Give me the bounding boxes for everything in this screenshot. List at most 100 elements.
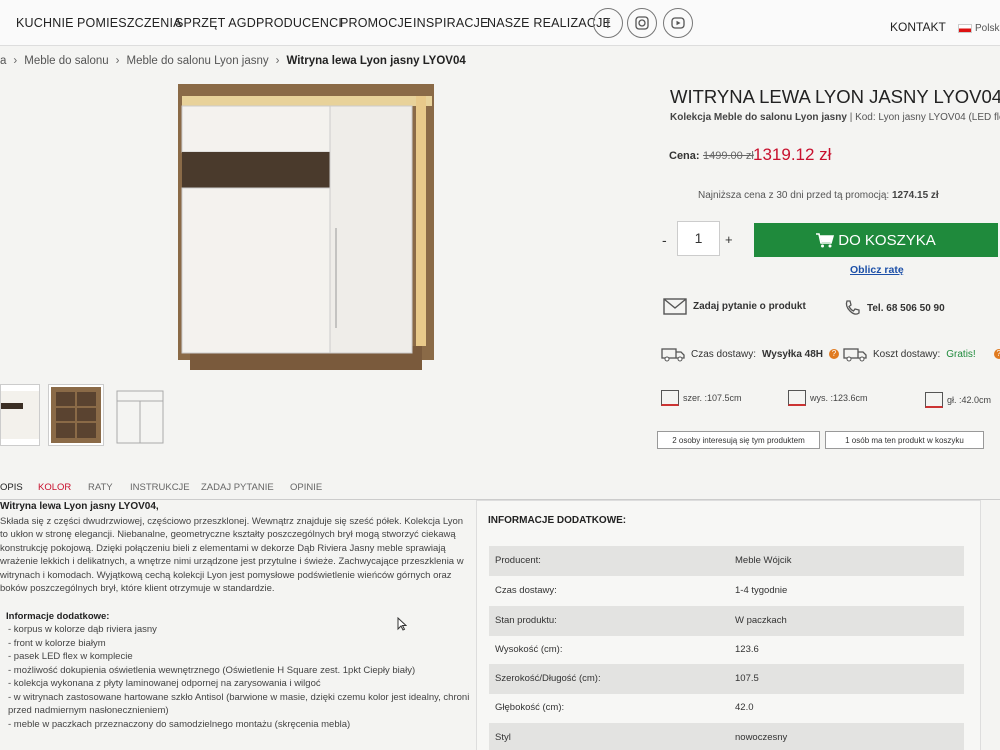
language-selector[interactable]: Polski <box>958 23 1000 34</box>
lowest-price-label: Najniższa cena z 30 dni przed tą promocj… <box>698 190 890 201</box>
dimension-width-value: szer. :107.5cm <box>683 393 742 403</box>
table-value: nowoczesny <box>735 732 788 743</box>
nav-item-promocje[interactable]: PROMOCJE <box>340 16 412 30</box>
delivery-truck-icon <box>661 348 685 362</box>
breadcrumb: a › Meble do salonu › Meble do salonu Lyon j… <box>0 55 466 67</box>
delivery-time-value: Wysyłka 48H <box>762 348 823 360</box>
product-subtitle: Kolekcja Meble do salonu Lyon jasny | Ko… <box>670 112 1000 123</box>
cart-icon <box>816 232 835 247</box>
tab-kolor[interactable]: KOLOR <box>38 482 71 493</box>
language-label: Polski <box>975 23 1000 34</box>
add-to-cart-button[interactable]: DO KOSZYKA <box>754 223 998 257</box>
ask-question-link[interactable]: Zadaj pytanie o produkt <box>663 298 806 315</box>
instagram-icon[interactable] <box>627 8 657 38</box>
current-price: 1319.12 zł <box>753 145 832 164</box>
interest-badge: 2 osoby interesują się tym produktem <box>657 431 820 449</box>
price-label: Cena: <box>669 150 700 162</box>
breadcrumb-item-home[interactable]: a <box>0 55 6 67</box>
phone-number: Tel. 68 506 50 90 <box>867 302 945 314</box>
phone-contact[interactable]: Tel. 68 506 50 90 <box>843 299 945 317</box>
quantity-decrease-button[interactable]: - <box>662 232 667 248</box>
phone-icon <box>845 300 860 315</box>
table-row: Czas dostawy: 1-4 tygodnie <box>489 576 964 606</box>
tab-opinie[interactable]: OPINIE <box>290 482 322 493</box>
depth-icon <box>925 392 943 408</box>
table-key: Czas dostawy: <box>495 585 557 596</box>
top-navigation: KUCHNIE POMIESZCZENIA SPRZĘT AGD PRODUCE… <box>0 0 1000 46</box>
additional-info-heading: INFORMACJE DODATKOWE: <box>488 515 627 526</box>
product-thumbnail[interactable] <box>0 384 40 446</box>
table-row: Styl nowoczesny <box>489 723 964 750</box>
table-row: Producent: Meble Wójcik <box>489 546 964 576</box>
table-key: Producent: <box>495 555 541 566</box>
table-key: Styl <box>495 732 511 743</box>
quantity-input[interactable]: 1 <box>677 221 720 256</box>
nav-item-pomieszczenia[interactable]: POMIESZCZENIA <box>77 16 182 30</box>
breadcrumb-separator: › <box>275 55 280 67</box>
table-key: Wysokość (cm): <box>495 644 563 655</box>
product-tabs: OPIS KOLOR RATY INSTRUKCJE ZADAJ PYTANIE… <box>0 476 1000 500</box>
dimension-height: wys. :123.6cm <box>788 390 868 406</box>
facebook-icon[interactable]: f <box>593 8 623 38</box>
delivery-cost-truck-icon <box>843 348 867 362</box>
breadcrumb-current: Witryna lewa Lyon jasny LYOV04 <box>286 55 466 67</box>
height-icon <box>788 390 806 406</box>
description-bullet: - w witrynach zastosowane hartowane szkł… <box>8 691 470 717</box>
table-row: Głębokość (cm): 42.0 <box>489 693 964 723</box>
tab-instrukcje[interactable]: INSTRUKCJE <box>130 482 190 493</box>
product-main-image[interactable] <box>160 78 450 378</box>
lowest-price-note: Najniższa cena z 30 dni przed tą promocj… <box>698 190 939 201</box>
calculate-installment-link[interactable]: Oblicz ratę <box>850 264 904 276</box>
description-title: Witryna lewa Lyon jasny LYOV04, <box>0 501 159 512</box>
dimension-depth: gł. :42.0cm <box>925 392 991 408</box>
help-icon[interactable]: ? <box>829 349 839 359</box>
table-value: 123.6 <box>735 644 759 655</box>
delivery-cost: Koszt dostawy: Gratis! ? <box>843 346 1000 362</box>
lowest-price-value: 1274.15 zł <box>892 190 939 201</box>
product-code: | Kod: Lyon jasny LYOV04 (LED flex) <box>849 112 1000 123</box>
description-bullet: - meble w paczkach przeznaczony do samod… <box>8 718 351 730</box>
nav-item-inspiracje[interactable]: INSPIRACJE <box>413 16 489 30</box>
tab-zadaj-pytanie[interactable]: ZADAJ PYTANIE <box>201 482 274 493</box>
description-bullet: - front w kolorze białym <box>8 637 106 649</box>
delivery-time-label: Czas dostawy: <box>691 348 757 360</box>
description-bullet: - kolekcja wykonana z płyty laminowanej … <box>8 678 321 689</box>
delivery-cost-value: Gratis! <box>946 348 976 360</box>
help-icon[interactable]: ? <box>993 349 1000 359</box>
dimension-width: szer. :107.5cm <box>661 390 742 406</box>
dimension-depth-value: gł. :42.0cm <box>947 395 992 405</box>
table-value: Meble Wójcik <box>735 555 792 566</box>
breadcrumb-separator: › <box>13 55 18 67</box>
in-cart-badge: 1 osób ma ten produkt w koszyku <box>825 431 984 449</box>
nav-item-producenci[interactable]: PRODUCENCI <box>256 16 342 30</box>
nav-item-kuchnie[interactable]: KUCHNIE <box>16 16 74 30</box>
description-bullet: - pasek LED flex w komplecie <box>8 651 133 662</box>
breadcrumb-separator: › <box>115 55 120 67</box>
table-key: Głębokość (cm): <box>495 702 565 713</box>
product-thumbnail[interactable] <box>48 384 104 446</box>
table-key: Szerokość/Długość (cm): <box>495 673 601 684</box>
tab-opis[interactable]: OPIS <box>0 482 23 493</box>
product-thumbnail[interactable] <box>110 384 166 446</box>
youtube-icon[interactable] <box>663 8 693 38</box>
product-title: WITRYNA LEWA LYON JASNY LYOV04 <box>670 86 1000 107</box>
breadcrumb-item-lyon[interactable]: Meble do salonu Lyon jasny <box>127 55 269 67</box>
additional-info-table: INFORMACJE DODATKOWE: Producent: Meble W… <box>476 500 981 750</box>
description-paragraph: Składa się z części dwudrzwiowej, części… <box>0 515 464 595</box>
add-to-cart-label: DO KOSZYKA <box>838 231 936 249</box>
table-value: 107.5 <box>735 673 759 684</box>
nav-item-sprzet-agd[interactable]: SPRZĘT AGD <box>175 16 256 30</box>
breadcrumb-item-living-room[interactable]: Meble do salonu <box>24 55 108 67</box>
table-key: Stan produktu: <box>495 615 557 626</box>
table-value: W paczkach <box>735 615 787 626</box>
tab-raty[interactable]: RATY <box>88 482 113 493</box>
table-row: Szerokość/Długość (cm): 107.5 <box>489 664 964 694</box>
quantity-increase-button[interactable]: + <box>725 232 733 247</box>
contact-link[interactable]: KONTAKT <box>890 20 946 34</box>
table-value: 42.0 <box>735 702 754 713</box>
dimension-height-value: wys. :123.6cm <box>810 393 868 403</box>
collection-link[interactable]: Kolekcja Meble do salonu Lyon jasny <box>670 112 847 123</box>
width-icon <box>661 390 679 406</box>
table-row: Wysokość (cm): 123.6 <box>489 635 964 665</box>
mouse-cursor-icon <box>397 617 407 631</box>
